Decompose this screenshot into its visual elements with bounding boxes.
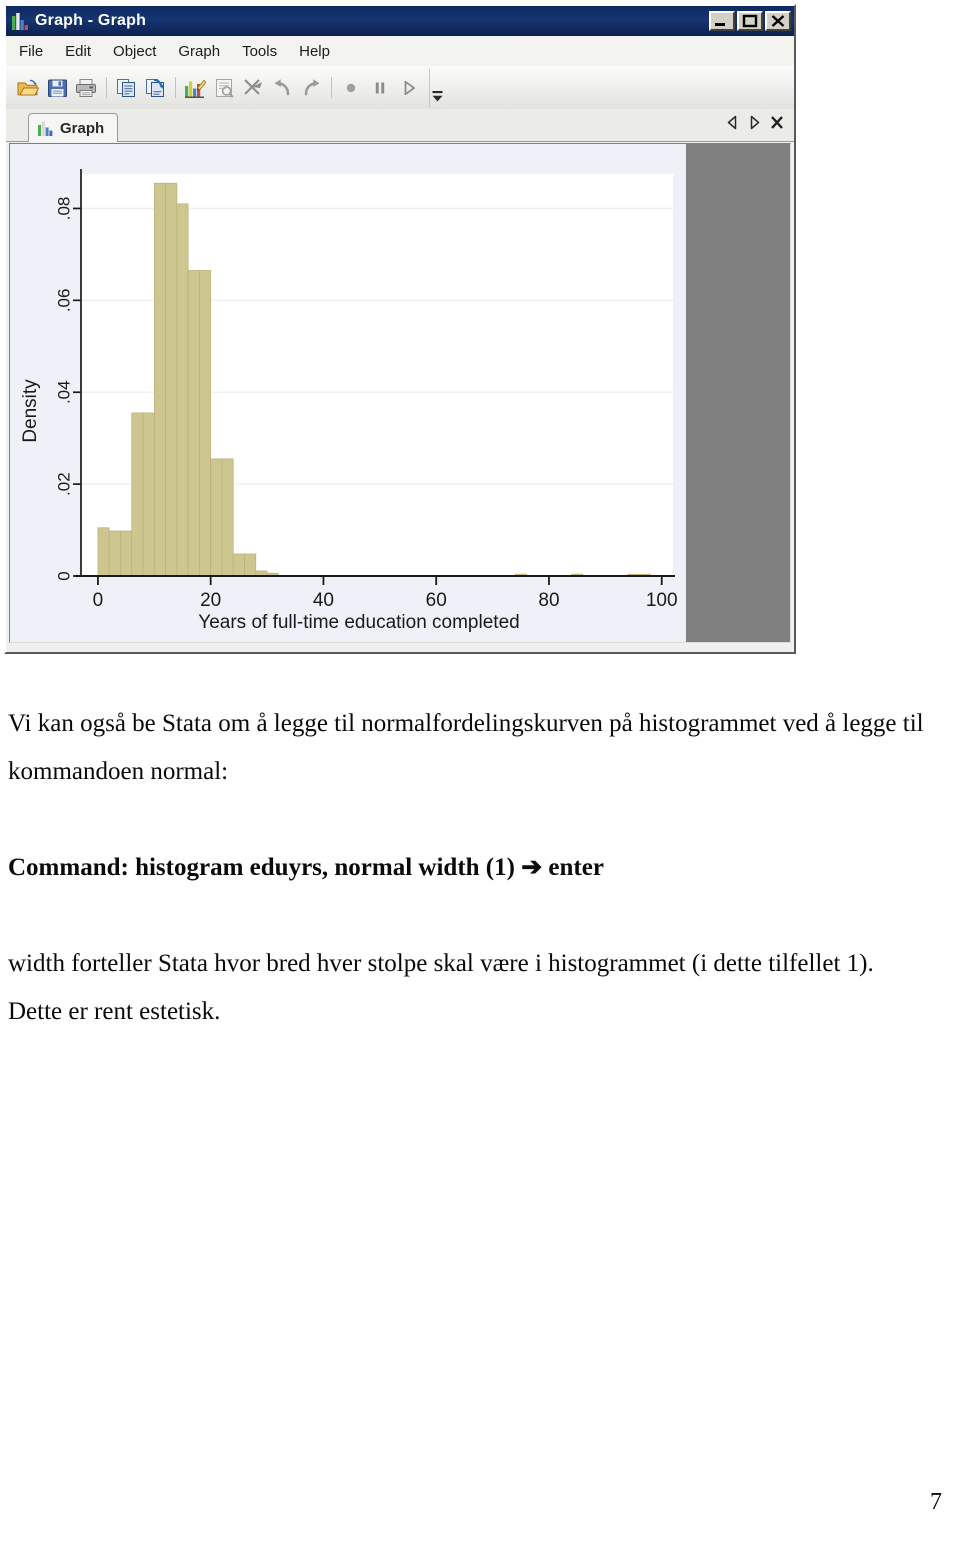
histogram-bar	[244, 553, 257, 577]
histogram-bar	[142, 412, 155, 577]
redo-icon	[304, 78, 319, 95]
stata-graph-window: Graph - Graph File Edit Object Graph Too…	[4, 4, 796, 654]
copy-icon	[116, 78, 135, 97]
paragraph-width-explanation: width forteller Stata hvor bred hver sto…	[8, 950, 874, 1025]
print-icon	[76, 78, 96, 97]
menu-item-edit[interactable]: Edit	[65, 43, 91, 60]
menu-item-object[interactable]: Object	[113, 43, 156, 60]
x-axis-tick-label: 40	[313, 590, 334, 611]
chevron-down-icon	[432, 90, 442, 101]
bar-chart-icon	[12, 12, 28, 30]
window-title: Graph - Graph	[35, 12, 147, 29]
y-axis-title: Density	[20, 379, 41, 443]
y-axis-tick-label: 0	[54, 571, 73, 580]
maximize-button[interactable]	[737, 11, 763, 31]
histogram-bar	[153, 182, 166, 577]
close-icon	[771, 15, 785, 27]
copy-button[interactable]	[113, 75, 139, 101]
histogram-bar	[97, 527, 110, 577]
y-axis-tick-label: .06	[54, 289, 73, 313]
x-axis-tick-label: 60	[426, 590, 447, 611]
play-icon	[404, 80, 415, 95]
x-axis-tick-label: 80	[538, 590, 559, 611]
menu-item-graph[interactable]: Graph	[178, 43, 220, 60]
histogram-bar	[131, 412, 144, 577]
x-axis-tick-label: 20	[200, 590, 221, 611]
redo-button[interactable]	[298, 75, 324, 101]
histogram-bar	[199, 270, 212, 577]
pause-button[interactable]	[367, 75, 393, 101]
y-axis-tick-label: .04	[54, 380, 73, 404]
histogram-bar	[165, 182, 178, 577]
graph-editor-button[interactable]	[182, 75, 208, 101]
y-axis-tick-label: .08	[54, 197, 73, 221]
close-icon[interactable]	[770, 115, 784, 130]
triangle-left-icon[interactable]	[726, 115, 739, 130]
window-title-bar: Graph - Graph	[6, 6, 794, 36]
toolbar	[6, 66, 794, 109]
document-body: Vi kan også be Stata om å legge til norm…	[0, 700, 960, 1036]
histogram-bar	[210, 458, 223, 577]
paragraph-intro: Vi kan også be Stata om å legge til norm…	[8, 710, 924, 785]
record-icon	[346, 83, 356, 92]
minimize-icon	[715, 23, 725, 26]
x-axis-title: Years of full-time education completed	[198, 612, 519, 633]
toolbar-separator	[331, 77, 332, 98]
tab-graph[interactable]: Graph	[28, 113, 119, 142]
save-icon	[47, 79, 67, 97]
histogram-bar	[187, 270, 200, 577]
graph-canvas-area: 0 .02 .04 .06 .08 Density 0 20 40 60 80 100 Years of…	[9, 143, 791, 643]
graph-empty-region	[686, 144, 790, 642]
y-axis-tick-label: .02	[54, 472, 73, 496]
paste-icon	[145, 78, 164, 97]
log-icon	[215, 78, 233, 98]
close-button[interactable]	[765, 11, 791, 31]
log-button[interactable]	[211, 75, 237, 101]
command-line: Command: histogram eduyrs, normal width …	[8, 854, 604, 881]
open-icon	[17, 79, 39, 95]
maximize-icon	[742, 14, 758, 28]
toolbar-separator	[106, 77, 107, 98]
tab-graph-label: Graph	[60, 119, 105, 137]
play-button[interactable]	[396, 75, 422, 101]
bar-chart-icon	[38, 121, 53, 136]
histogram-chart: 0 .02 .04 .06 .08 Density 0 20 40 60 80 100 Years of…	[10, 144, 686, 642]
save-button[interactable]	[44, 75, 70, 101]
toolbar-overflow-button[interactable]	[429, 68, 444, 107]
page-number: 7	[930, 1489, 942, 1515]
open-button[interactable]	[15, 75, 41, 101]
menu-item-tools[interactable]: Tools	[242, 43, 277, 60]
histogram-bar	[232, 553, 245, 577]
print-button[interactable]	[73, 75, 99, 101]
undo-icon	[274, 78, 289, 95]
toolbar-separator	[175, 77, 176, 98]
histogram-bar	[176, 203, 189, 577]
tab-navigation	[726, 115, 784, 130]
menu-item-help[interactable]: Help	[299, 43, 330, 60]
pause-icon	[375, 82, 385, 93]
histogram-bar	[108, 530, 121, 577]
x-axis-tick-label: 100	[646, 590, 678, 611]
undo-button[interactable]	[269, 75, 295, 101]
minimize-button[interactable]	[709, 11, 735, 31]
break-icon	[244, 78, 262, 95]
break-button[interactable]	[240, 75, 266, 101]
histogram-bar	[120, 530, 133, 577]
x-axis-tick-label: 0	[93, 590, 104, 611]
paste-button[interactable]	[142, 75, 168, 101]
graph-editor-icon	[185, 79, 206, 98]
triangle-right-icon[interactable]	[748, 115, 761, 130]
menu-bar: File Edit Object Graph Tools Help	[6, 36, 794, 66]
tab-strip: Graph	[6, 109, 794, 142]
histogram-bar	[221, 458, 234, 577]
record-button[interactable]	[338, 75, 364, 101]
menu-item-file[interactable]: File	[19, 43, 43, 60]
